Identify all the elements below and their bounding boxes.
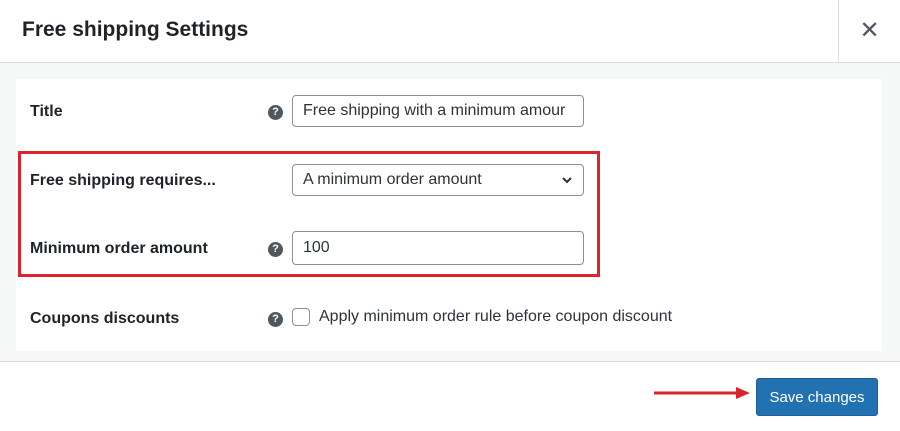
settings-form: Title ? Free shipping with a minimum amo… (16, 79, 882, 351)
modal-header: Free shipping Settings ✕ (0, 0, 900, 63)
modal-body: Title ? Free shipping with a minimum amo… (0, 63, 900, 361)
requires-label: Free shipping requires... (30, 172, 216, 189)
min-amount-input[interactable]: 100 (292, 231, 584, 265)
free-shipping-settings-modal: Free shipping Settings ✕ Title ? Free sh… (0, 0, 900, 431)
chevron-down-icon (562, 177, 572, 184)
help-icon[interactable]: ? (268, 312, 283, 327)
coupons-label: Coupons discounts (30, 310, 180, 327)
modal-footer: Save changes (0, 361, 900, 431)
coupons-checkbox-label[interactable]: Apply minimum order rule before coupon d… (319, 308, 672, 326)
save-button[interactable]: Save changes (756, 378, 878, 416)
requires-select[interactable]: A minimum order amount (292, 164, 584, 196)
title-label: Title (30, 103, 63, 120)
arrow-right-icon (654, 387, 750, 399)
min-amount-input-value: 100 (303, 239, 330, 256)
requires-select-value: A minimum order amount (303, 171, 482, 188)
help-icon[interactable]: ? (268, 105, 283, 120)
close-button[interactable]: ✕ (838, 0, 900, 62)
title-input-value: Free shipping with a minimum amour (303, 102, 566, 119)
close-icon[interactable]: ✕ (859, 19, 879, 43)
min-amount-label: Minimum order amount (30, 240, 208, 257)
coupons-checkbox[interactable] (292, 308, 310, 326)
title-input[interactable]: Free shipping with a minimum amour (292, 95, 584, 127)
modal-title: Free shipping Settings (22, 18, 249, 41)
help-icon[interactable]: ? (268, 242, 283, 257)
